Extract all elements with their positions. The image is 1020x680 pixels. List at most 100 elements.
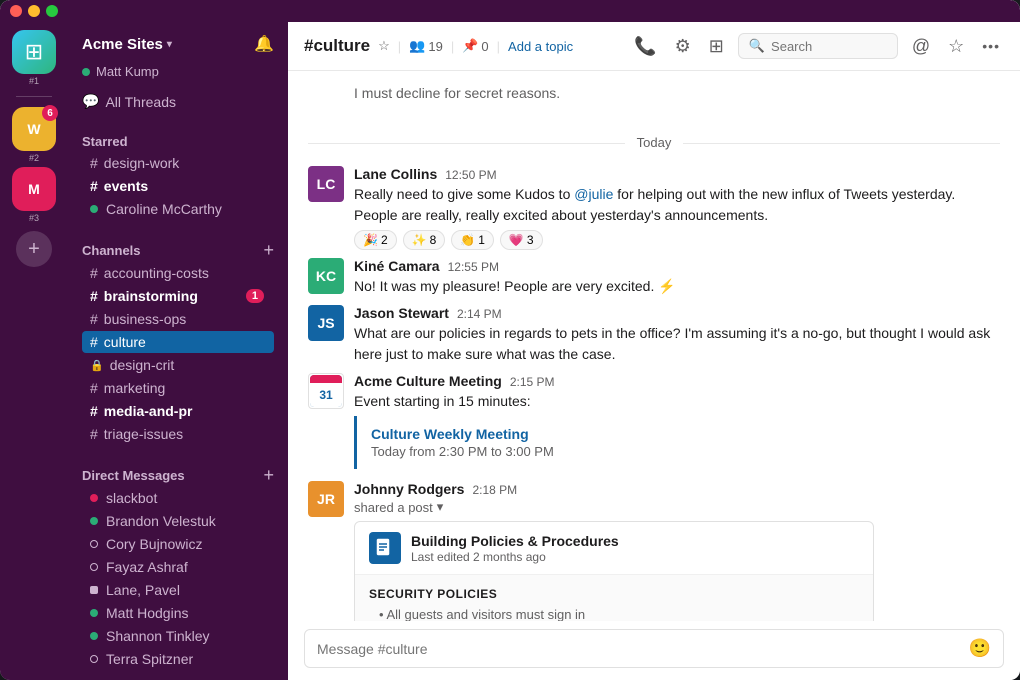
workspace-label-3: #3 (29, 213, 39, 223)
message-content: Johnny Rodgers 2:18 PM shared a post ▾ (354, 481, 1000, 621)
shared-post-label: shared a post ▾ (354, 499, 1000, 515)
layout-icon[interactable]: ⊞ (705, 32, 728, 61)
minimize-button[interactable] (28, 5, 40, 17)
sidebar-item-media-and-pr[interactable]: # media-and-pr (82, 400, 274, 422)
event-time-detail: Today from 2:30 PM to 3:00 PM (371, 444, 986, 459)
at-icon[interactable]: @ (908, 32, 934, 61)
workspace-icon-1[interactable]: ⊞ (12, 30, 56, 74)
message-input[interactable] (317, 641, 961, 657)
more-icon[interactable]: ••• (978, 34, 1004, 58)
member-count[interactable]: 👥 19 (409, 38, 443, 54)
pin-count[interactable]: 📌 0 (462, 38, 488, 54)
sidebar-item-slackbot[interactable]: slackbot (82, 487, 274, 509)
bookmark-icon[interactable]: ☆ (944, 32, 968, 61)
settings-icon[interactable]: ⚙ (671, 32, 695, 61)
hash-icon: # (90, 288, 98, 304)
avatar: KC (308, 258, 344, 294)
notification-bell-icon[interactable]: 🔔 (254, 34, 274, 54)
security-item: • All guests and visitors must sign in (369, 607, 859, 621)
dm-status-dot (90, 563, 98, 571)
system-message: I must decline for secret reasons. (288, 79, 1020, 123)
pin-icon: 📌 (462, 38, 478, 54)
add-topic-button[interactable]: Add a topic (508, 39, 573, 54)
message-event: 31 Acme Culture Meeting 2:15 PM Event st… (288, 369, 1020, 477)
sidebar-item-brainstorming[interactable]: # brainstorming 1 (82, 285, 274, 307)
workspace-label-2: #2 (29, 153, 39, 163)
reaction-party[interactable]: 🎉2 (354, 230, 397, 250)
message-author[interactable]: Lane Collins (354, 166, 437, 182)
sidebar-item-design-work[interactable]: # design-work (82, 152, 274, 174)
hash-icon: # (90, 403, 98, 419)
search-icon: 🔍 (749, 38, 765, 54)
sidebar-item-triage-issues[interactable]: # triage-issues (82, 423, 274, 445)
add-channel-button[interactable]: + (263, 241, 274, 259)
add-dm-button[interactable]: + (263, 466, 274, 484)
reaction-heart[interactable]: 💗3 (500, 230, 543, 250)
dm-status-dot (90, 540, 98, 548)
sidebar-item-terra[interactable]: Terra Spitzner (82, 648, 274, 670)
event-card: Culture Weekly Meeting Today from 2:30 P… (354, 416, 1000, 469)
workspace-name[interactable]: Acme Sites ▾ (82, 36, 172, 53)
workspace-chevron-icon: ▾ (167, 39, 172, 50)
doc-info: Building Policies & Procedures Last edit… (411, 533, 859, 564)
star-icon[interactable]: ☆ (378, 38, 390, 54)
dm-status-dot (90, 655, 98, 663)
message-author[interactable]: Kiné Camara (354, 258, 440, 274)
starred-section-header: Starred (78, 132, 278, 151)
sidebar-item-brandon[interactable]: Brandon Velestuk (82, 510, 274, 532)
sidebar-item-business-ops[interactable]: # business-ops (82, 308, 274, 330)
document-icon (369, 532, 401, 564)
sidebar-item-caroline[interactable]: Caroline McCarthy (82, 198, 274, 220)
search-box[interactable]: 🔍 (738, 33, 898, 59)
maximize-button[interactable] (46, 5, 58, 17)
dm-status-dot (90, 586, 98, 594)
members-icon: 👥 (409, 38, 425, 54)
phone-icon[interactable]: 📞 (630, 32, 660, 61)
lock-icon: 🔒 (90, 359, 104, 372)
workspace-icon-2[interactable]: W 6 (12, 107, 56, 151)
user-status-dot (82, 68, 90, 76)
sidebar-item-lane[interactable]: Lane, Pavel (82, 579, 274, 601)
hash-icon: # (90, 155, 98, 171)
message-author[interactable]: Johnny Rodgers (354, 481, 464, 497)
shared-post-card[interactable]: Building Policies & Procedures Last edit… (354, 521, 874, 621)
workspace-label-1: #1 (29, 76, 39, 86)
messages-area: I must decline for secret reasons. Today… (288, 71, 1020, 621)
sidebar-item-events[interactable]: # events (82, 175, 274, 197)
sidebar-item-fayaz[interactable]: Fayaz Ashraf (82, 556, 274, 578)
message-input-area: 🙂 (288, 621, 1020, 680)
mention-link[interactable]: @julie (574, 186, 613, 202)
calendar-avatar: 31 (308, 373, 344, 409)
emoji-button[interactable]: 🙂 (969, 638, 991, 659)
add-workspace-button[interactable]: + (16, 231, 52, 267)
avatar: LC (308, 166, 344, 202)
event-content: Acme Culture Meeting 2:15 PM Event start… (354, 373, 1000, 473)
message-content: Lane Collins 12:50 PM Really need to giv… (354, 166, 1000, 250)
event-text: Event starting in 15 minutes: (354, 391, 1000, 412)
main-content: #culture ☆ | 👥 19 | 📌 0 | (288, 22, 1020, 680)
sidebar-item-accounting-costs[interactable]: # accounting-costs (82, 262, 274, 284)
message-text: What are our policies in regards to pets… (354, 323, 1000, 365)
sidebar-item-matt[interactable]: Matt Hodgins (82, 602, 274, 624)
reaction-sparkles[interactable]: ✨8 (403, 230, 446, 250)
titlebar (0, 0, 1020, 22)
sidebar-item-design-crit[interactable]: 🔒 design-crit (82, 354, 274, 376)
hash-icon: # (90, 380, 98, 396)
sidebar-item-shannon[interactable]: Shannon Tinkley (82, 625, 274, 647)
doc-title[interactable]: Building Policies & Procedures (411, 533, 859, 549)
event-title[interactable]: Culture Weekly Meeting (371, 426, 986, 442)
all-threads-button[interactable]: 💬 All Threads (68, 89, 288, 118)
message-author[interactable]: Jason Stewart (354, 305, 449, 321)
event-author[interactable]: Acme Culture Meeting (354, 373, 502, 389)
reaction-clap[interactable]: 👏1 (451, 230, 494, 250)
sidebar-item-marketing[interactable]: # marketing (82, 377, 274, 399)
dm-section-header: Direct Messages + (78, 464, 278, 486)
sidebar-item-cory[interactable]: Cory Bujnowicz (82, 533, 274, 555)
search-input[interactable] (771, 39, 887, 54)
sidebar-item-culture[interactable]: # culture (82, 331, 274, 353)
starred-section: Starred # design-work # events Caroline … (68, 118, 288, 225)
workspace-icon-3[interactable]: M (12, 167, 56, 211)
close-button[interactable] (10, 5, 22, 17)
workspace-sidebar: Acme Sites ▾ 🔔 Matt Kump 💬 All Threads S… (68, 22, 288, 680)
channel-title: #culture (304, 36, 370, 56)
